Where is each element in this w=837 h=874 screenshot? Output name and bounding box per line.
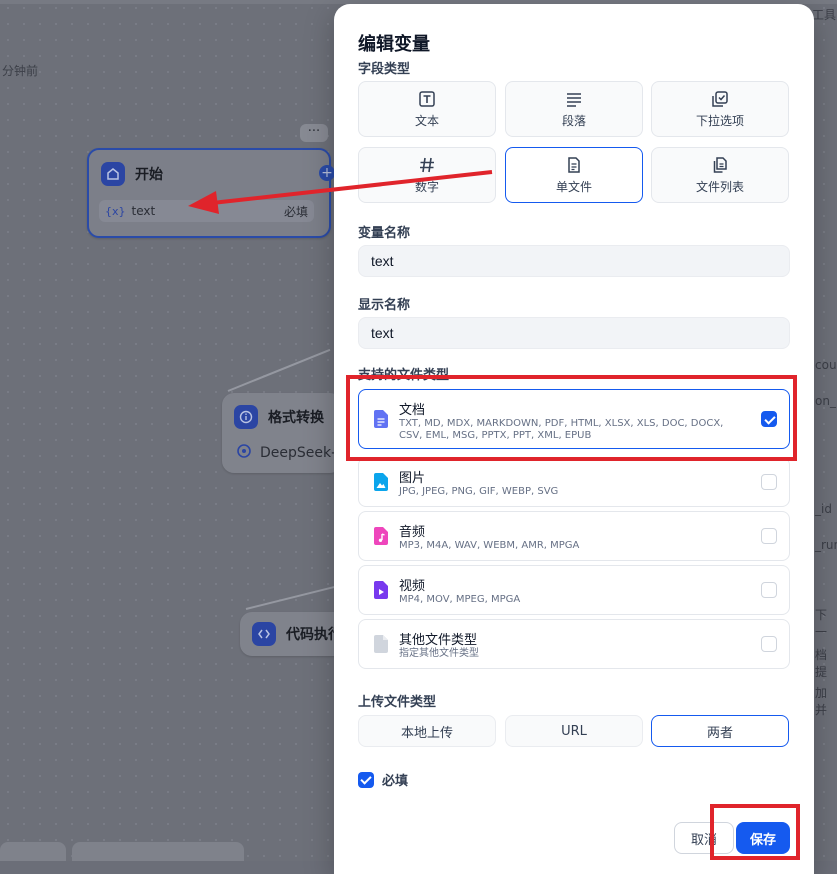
annotation-box-document [346, 375, 797, 461]
annotation-box-save [710, 804, 800, 860]
